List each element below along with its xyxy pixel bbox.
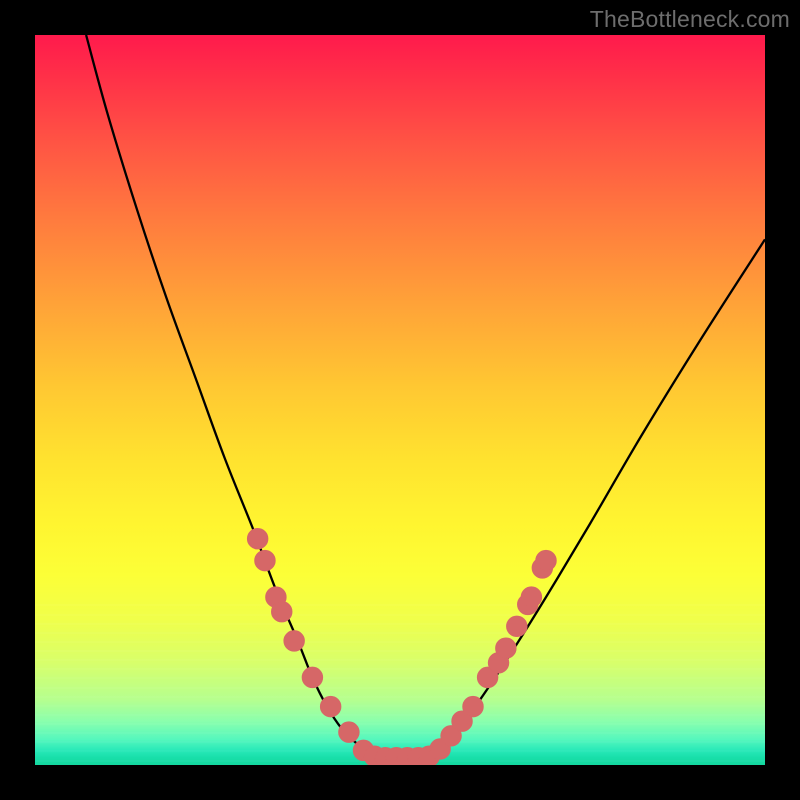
left-curve (86, 35, 378, 758)
data-marker (284, 631, 304, 651)
watermark-text: TheBottleneck.com (590, 6, 790, 33)
data-marker (507, 616, 527, 636)
data-marker (521, 587, 541, 607)
data-marker (463, 696, 483, 716)
data-marker (247, 528, 267, 548)
data-marker (255, 550, 275, 570)
data-marker (339, 722, 359, 742)
data-marker (320, 696, 340, 716)
chart-svg (35, 35, 765, 765)
data-marker (302, 667, 322, 687)
chart-frame: TheBottleneck.com (0, 0, 800, 800)
data-marker (536, 550, 556, 570)
plot-area (35, 35, 765, 765)
data-markers (247, 528, 556, 765)
data-marker (496, 638, 516, 658)
data-marker (272, 601, 292, 621)
